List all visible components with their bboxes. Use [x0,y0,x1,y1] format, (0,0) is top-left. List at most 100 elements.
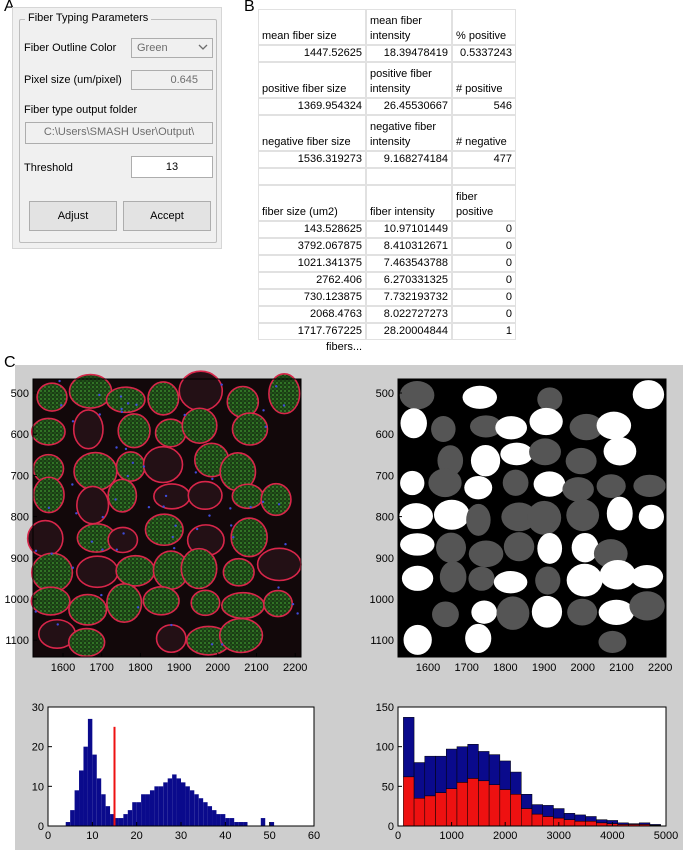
x-tick-label: 40 [219,830,231,842]
positive-fiber [493,570,528,594]
positive-fiber [598,599,635,625]
nucleus-dot [50,552,53,555]
threshold-field[interactable]: 13 [131,156,213,178]
fiber-cell [106,583,143,623]
summary-header-cell[interactable]: # negative [452,115,516,151]
table-header-cell[interactable]: fiber intensity [366,185,452,221]
table-row-cell[interactable]: 8.022727273 [366,306,452,323]
nucleus-dot [195,527,199,531]
table-row-cell[interactable]: 0 [452,238,516,255]
summary-value-cell[interactable]: 1447.52625 [258,45,366,62]
nucleus-dot [147,505,151,509]
table-row-cell[interactable]: 28.20004844 [366,323,452,340]
nucleus-dot [34,549,38,552]
table-row-cell[interactable]: 8.410312671 [366,238,452,255]
table-row-cell[interactable]: 1 [452,323,516,340]
x-tick-label: 2000 [571,662,595,674]
summary-header-cell[interactable]: mean fiber size [258,9,366,45]
fiber-cell [231,412,269,446]
x-tick-label: 1900 [532,662,556,674]
empty-cell[interactable] [366,168,452,185]
table-row-cell[interactable]: 6.270331325 [366,272,452,289]
summary-header-cell[interactable]: negative fiber size [258,115,366,151]
x-tick-label: 0 [45,830,51,842]
table-row-cell[interactable]: 2762.406 [258,272,366,289]
summary-value-cell[interactable]: 477 [452,151,516,168]
y-tick-label: 1100 [370,635,394,647]
summary-header-cell[interactable]: positive fiber intensity [366,62,452,98]
nucleus-dot [98,413,101,416]
negative-fiber [468,540,504,568]
summary-value-cell[interactable]: 1536.319273 [258,151,366,168]
positive-bar [563,819,576,827]
positive-bar [456,782,468,827]
summary-value-cell[interactable]: 18.39478419 [366,45,452,62]
y-tick-label: 0 [38,821,44,833]
summary-header-cell[interactable]: negative fiber intensity [366,115,452,151]
y-tick-label: 10 [32,781,44,793]
size-histogram: 0 50 100 150 0 1000 2000 3000 4000 5000 [376,702,679,842]
nucleus-dot [131,461,135,465]
fiber-cell [230,517,268,558]
summary-value-cell[interactable]: 546 [452,98,516,115]
positive-fiber [500,442,534,466]
summary-value-cell[interactable]: 1369.954324 [258,98,366,115]
table-row-cell[interactable]: 1717.767225 [258,323,366,340]
nucleus-dot [232,536,235,539]
x-tick-label: 60 [308,830,320,842]
summary-value-cell[interactable]: 26.45530667 [366,98,452,115]
positive-fiber [571,532,599,563]
table-row-cell[interactable]: 0 [452,255,516,272]
positive-fiber [464,476,493,500]
negative-bar [563,813,576,820]
empty-cell[interactable] [258,168,366,185]
table-row-cell[interactable]: 1021.341375 [258,255,366,272]
nucleus-dot [58,379,61,383]
histogram-bar [212,810,217,826]
x-tick-label: 1900 [167,662,191,674]
outline-color-select[interactable]: Green [131,38,213,58]
table-row-cell[interactable]: 0 [452,272,516,289]
nucleus-dot [56,623,59,626]
pixel-size-field[interactable]: 0.645 [131,70,213,90]
histogram-bar [163,782,168,826]
histogram-bar [92,754,97,826]
table-row-cell[interactable]: 143.528625 [258,221,366,238]
fiber-cell [30,417,66,446]
empty-cell[interactable] [452,168,516,185]
summary-value-cell[interactable]: 9.168274184 [366,151,452,168]
positive-bar [542,816,554,827]
table-row-cell[interactable]: 7.463543788 [366,255,452,272]
fiber-cell [260,482,292,517]
summary-header-cell[interactable]: # positive [452,62,516,98]
output-folder-field[interactable]: C:\Users\SMASH User\Output\ [25,122,213,144]
table-row-cell[interactable]: 730.123875 [258,289,366,306]
summary-header-cell[interactable]: mean fiber intensity [366,9,452,45]
summary-header-cell[interactable]: positive fiber size [258,62,366,98]
table-header-cell[interactable]: fiber size (um2) [258,185,366,221]
table-row-cell[interactable]: 10.97101449 [366,221,452,238]
fiber-cell [153,483,191,510]
table-row-cell[interactable]: 3792.067875 [258,238,366,255]
table-row-cell[interactable]: 2068.4763 [258,306,366,323]
adjust-button[interactable]: Adjust [29,201,117,231]
y-tick-label: 0 [388,821,394,833]
table-row-cell[interactable]: 0 [452,221,516,238]
nucleus-dot [71,483,74,486]
table-row-cell[interactable]: 0 [452,289,516,306]
fiber-cell [31,552,74,593]
histogram-bar [83,746,88,826]
table-row-cell[interactable]: 0 [452,306,516,323]
accept-button[interactable]: Accept [123,201,211,231]
fiber-cell [231,483,264,510]
positive-fiber [462,385,498,409]
table-header-cell[interactable]: fiber positive [452,185,516,221]
y-tick-label: 500 [11,388,29,400]
histogram-bar [181,782,186,826]
nucleus-dot [135,403,138,407]
summary-header-cell[interactable]: % positive [452,9,516,45]
negative-fiber [502,469,529,496]
chevron-down-icon [198,41,208,56]
table-row-cell[interactable]: 7.732193732 [366,289,452,306]
summary-value-cell[interactable]: 0.5337243 [452,45,516,62]
